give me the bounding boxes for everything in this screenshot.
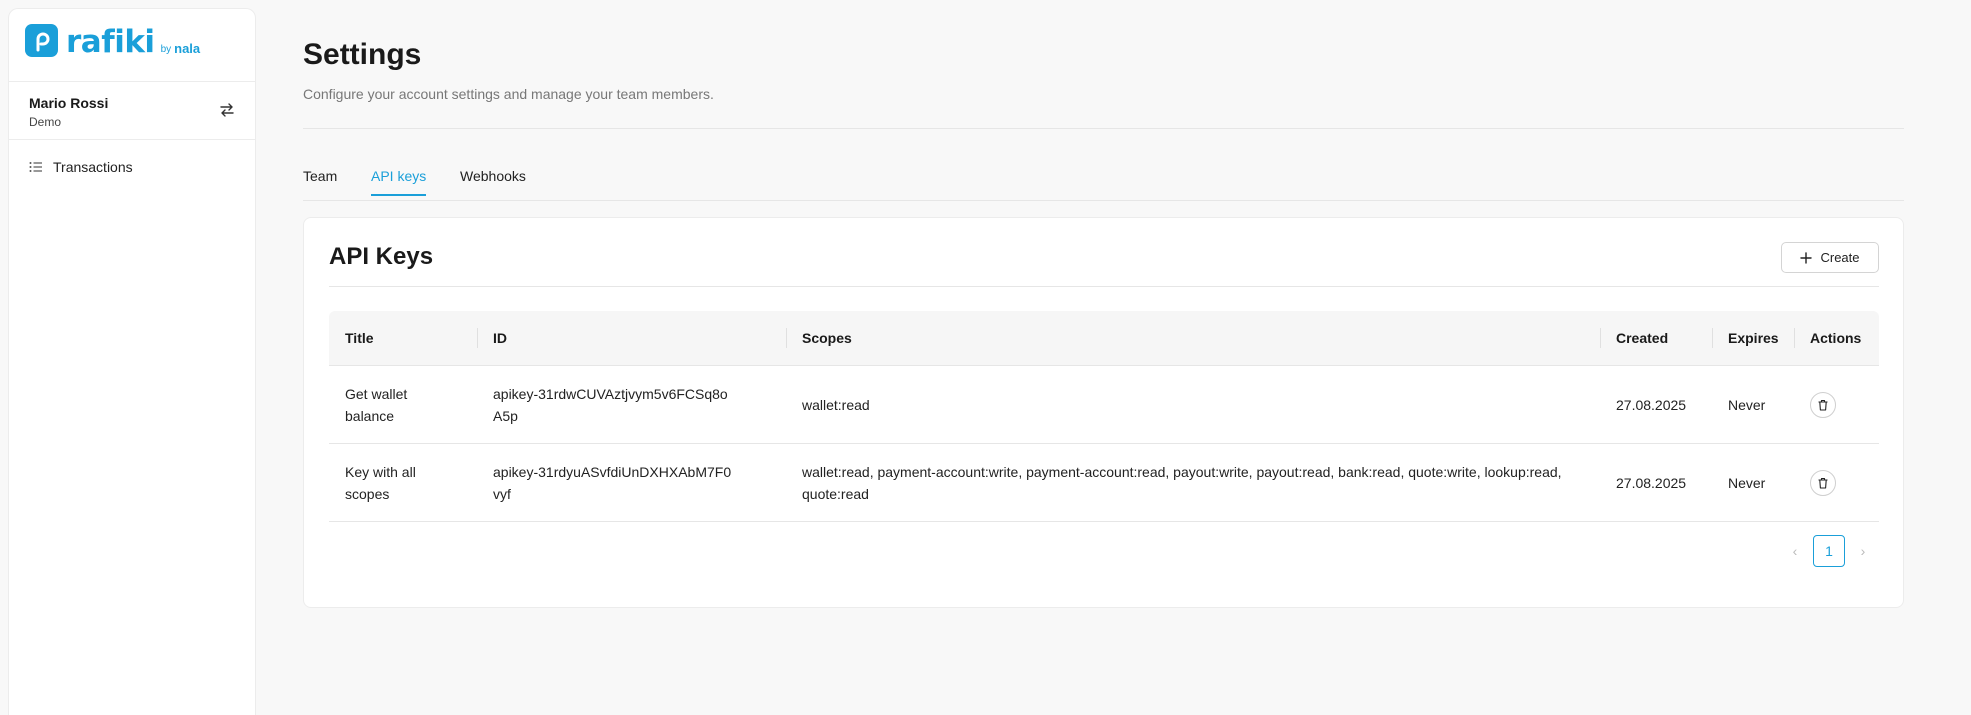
rafiki-logo-mark-icon <box>25 24 58 57</box>
create-api-key-button[interactable]: Create <box>1781 242 1879 273</box>
page-subtitle: Configure your account settings and mana… <box>303 86 714 102</box>
sidebar-item-label: Transactions <box>53 159 133 175</box>
column-header-actions: Actions <box>1794 311 1879 365</box>
api-keys-card: API Keys Create Title ID Scopes Created … <box>303 217 1904 608</box>
column-header-expires: Expires <box>1712 311 1794 365</box>
create-button-label: Create <box>1820 250 1860 265</box>
logo-wordmark: rafiki <box>66 24 155 60</box>
key-expires: Never <box>1728 396 1766 413</box>
next-page-button[interactable]: › <box>1847 535 1879 567</box>
header-divider <box>303 128 1904 129</box>
api-keys-table: Title ID Scopes Created Expires Actions … <box>329 311 1879 522</box>
plus-icon <box>1800 251 1813 264</box>
key-actions <box>1794 366 1879 443</box>
tab-team[interactable]: Team <box>303 168 337 194</box>
api-keys-title: API Keys <box>329 243 434 270</box>
table-row: Key with all scopes apikey-31rdyuASvfdiU… <box>329 444 1879 522</box>
previous-page-button[interactable]: ‹ <box>1779 535 1811 567</box>
card-divider <box>329 286 1879 287</box>
key-id: apikey-31rdyuASvfdiUnDXHXAbM7F0vyf <box>493 463 732 502</box>
delete-key-button[interactable] <box>1810 391 1836 418</box>
logo-partner: nala <box>174 41 201 56</box>
key-scopes: wallet:read <box>802 396 870 413</box>
table-header: Title ID Scopes Created Expires Actions <box>329 311 1879 366</box>
settings-tabs: Team API keys Webhooks <box>303 162 1904 201</box>
key-actions <box>1794 444 1879 521</box>
delete-key-button[interactable] <box>1810 469 1836 496</box>
table-row: Get wallet balance apikey-31rdwCUVAztjvy… <box>329 366 1879 444</box>
user-name: Mario Rossi <box>29 95 109 111</box>
key-title: Get wallet balance <box>345 385 408 424</box>
column-header-title: Title <box>345 330 374 346</box>
trash-icon <box>1818 477 1828 489</box>
switch-account-icon[interactable] <box>219 102 235 118</box>
pagination: ‹ 1 › <box>1779 535 1879 567</box>
column-header-scopes: Scopes <box>786 311 1600 365</box>
column-header-id: ID <box>477 311 786 365</box>
key-expires: Never <box>1728 474 1766 491</box>
key-id: apikey-31rdwCUVAztjvym5v6FCSq8oA5p <box>493 385 728 424</box>
page-title: Settings <box>303 38 422 71</box>
rafiki-logo[interactable]: rafiki by nala <box>25 24 201 60</box>
key-scopes: wallet:read, payment-account:write, paym… <box>802 463 1562 502</box>
logo-by: by <box>160 44 172 55</box>
sidebar-item-transactions[interactable]: Transactions <box>29 159 133 175</box>
tab-webhooks[interactable]: Webhooks <box>460 168 526 194</box>
user-organization: Demo <box>29 115 62 129</box>
sidebar: rafiki by nala Mario Rossi Demo Transact… <box>8 8 256 715</box>
list-icon <box>29 162 42 172</box>
account-switcher: Mario Rossi Demo <box>9 81 255 140</box>
trash-icon <box>1818 399 1828 411</box>
column-header-created: Created <box>1600 311 1712 365</box>
tab-api-keys[interactable]: API keys <box>371 168 427 196</box>
key-created: 27.08.2025 <box>1616 474 1687 491</box>
key-title: Key with all scopes <box>345 463 416 502</box>
key-created: 27.08.2025 <box>1616 396 1687 413</box>
page-number-button[interactable]: 1 <box>1813 535 1845 567</box>
